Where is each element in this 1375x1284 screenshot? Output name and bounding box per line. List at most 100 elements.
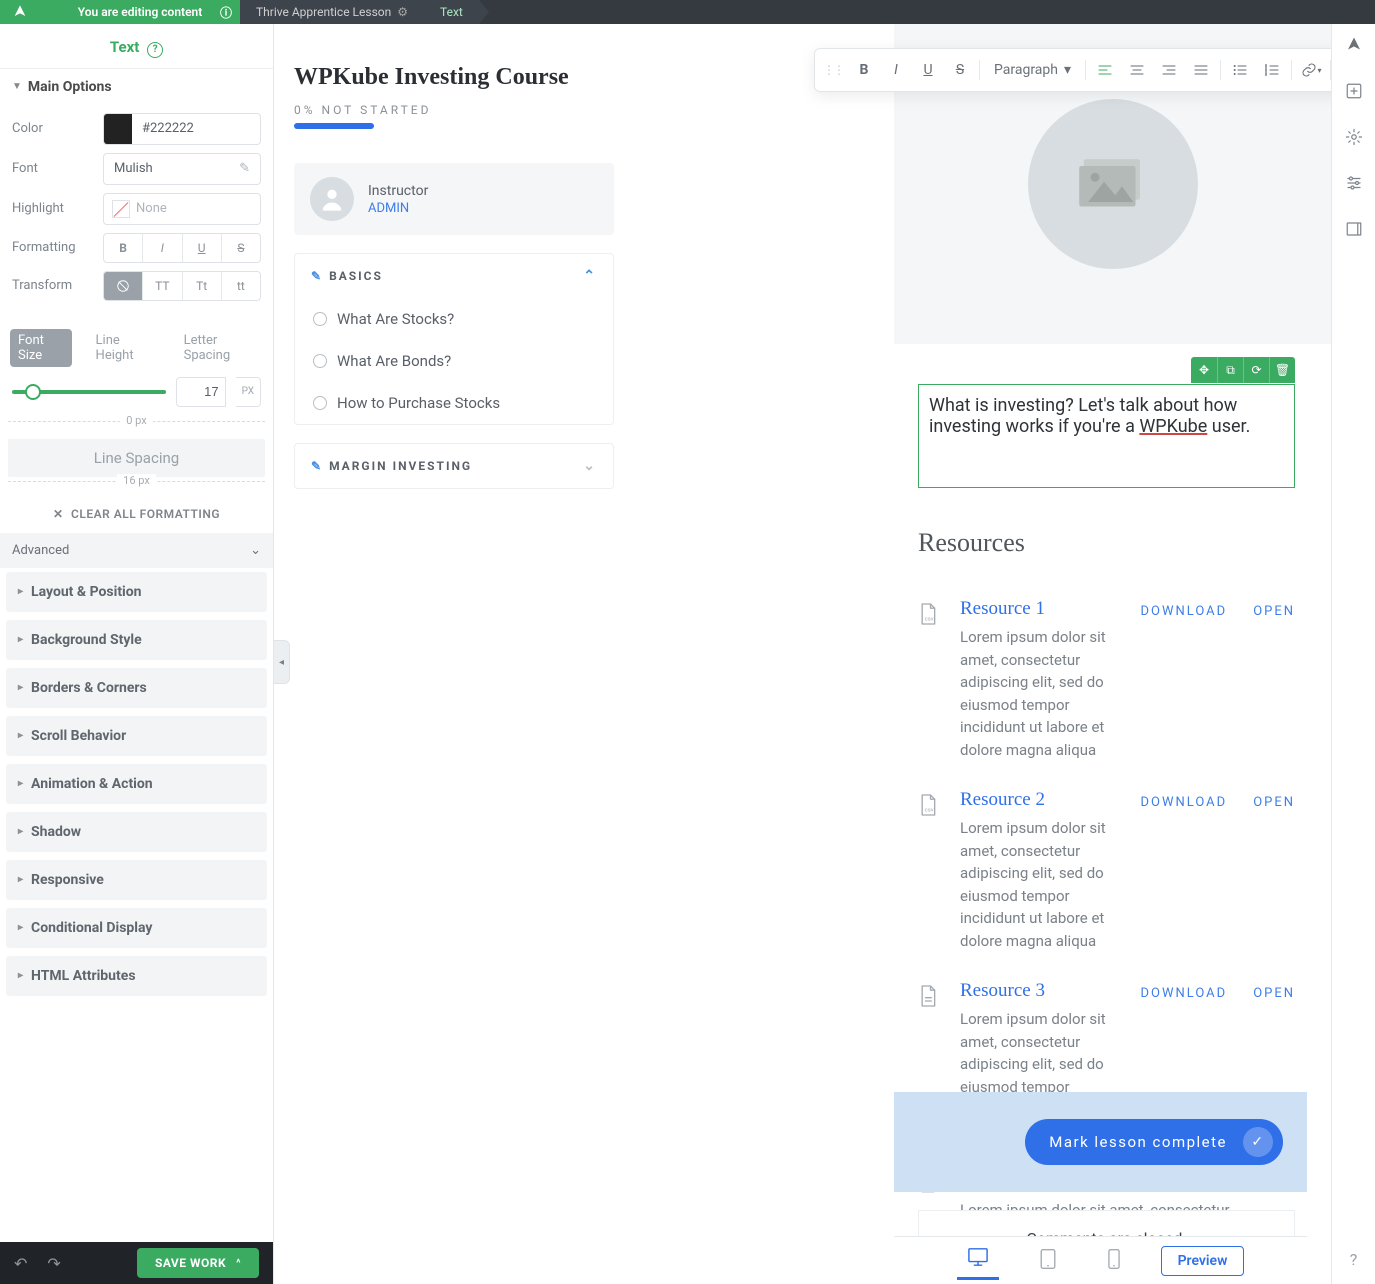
save-button[interactable]: SAVE WORK ^ <box>137 1248 259 1278</box>
move-button[interactable]: ✥ <box>1191 357 1217 383</box>
svg-text:csv: csv <box>925 617 934 623</box>
italic-button[interactable]: I <box>143 234 182 262</box>
toc-margin-header[interactable]: ✎MARGIN INVESTING ⌄ <box>295 444 613 488</box>
section-layout[interactable]: ▸Layout & Position <box>6 572 267 612</box>
resource-title[interactable]: Resource 3 <box>960 980 1120 1002</box>
toc-item-bonds[interactable]: What Are Bonds? <box>295 340 613 382</box>
tb-italic-button[interactable]: I <box>881 55 911 85</box>
main-options-header[interactable]: ▼ Main Options <box>0 69 273 105</box>
text-block-selected[interactable]: ✥ ⧉ ⟳ 🗑 What is investing? Let's talk ab… <box>918 384 1295 488</box>
delete-button[interactable]: 🗑 <box>1269 357 1295 383</box>
device-bar: Preview <box>894 1236 1307 1284</box>
device-mobile-button[interactable] <box>1097 1242 1131 1280</box>
rail-help-button[interactable]: ? <box>1343 1248 1365 1270</box>
radio-icon <box>313 396 327 410</box>
line-spacing-block[interactable]: Line Spacing <box>8 439 265 477</box>
ban-icon <box>116 279 130 293</box>
tab-font-size[interactable]: Font Size <box>10 329 72 367</box>
transform-lower-button[interactable]: tt <box>222 272 260 300</box>
rail-logo-icon[interactable] <box>1343 34 1365 56</box>
toc-margin-label: MARGIN INVESTING <box>329 459 472 473</box>
spacing-tabs: Font Size Line Height Letter Spacing <box>0 319 273 371</box>
section-scroll[interactable]: ▸Scroll Behavior <box>6 716 267 756</box>
section-html-attrs[interactable]: ▸HTML Attributes <box>6 956 267 996</box>
section-conditional[interactable]: ▸Conditional Display <box>6 908 267 948</box>
pencil-icon: ✎ <box>311 459 323 473</box>
download-link[interactable]: DOWNLOAD <box>1140 986 1227 1001</box>
rail-add-button[interactable] <box>1343 80 1365 102</box>
open-link[interactable]: OPEN <box>1253 986 1295 1001</box>
tb-align-left-button[interactable] <box>1090 55 1120 85</box>
download-link[interactable]: DOWNLOAD <box>1140 795 1227 810</box>
section-shadow[interactable]: ▸Shadow <box>6 812 267 852</box>
open-link[interactable]: OPEN <box>1253 795 1295 810</box>
panel-title-text: Text <box>110 38 139 56</box>
rail-templates-button[interactable] <box>1343 218 1365 240</box>
tb-link-button[interactable]: ▾ <box>1296 55 1326 85</box>
device-desktop-button[interactable] <box>957 1241 999 1280</box>
text-content[interactable]: What is investing? Let's talk about how … <box>929 395 1284 437</box>
font-select[interactable]: Mulish ✎ <box>103 153 261 185</box>
tb-bold-button[interactable]: B <box>849 55 879 85</box>
tb-align-right-button[interactable] <box>1154 55 1184 85</box>
device-tablet-button[interactable] <box>1029 1242 1067 1280</box>
mark-complete-button[interactable]: Mark lesson complete ✓ <box>1025 1119 1283 1165</box>
transform-cap-button[interactable]: Tt <box>183 272 222 300</box>
highlight-picker[interactable]: None <box>103 193 261 225</box>
font-size-input[interactable] <box>176 377 226 407</box>
tab-line-height[interactable]: Line Height <box>88 329 160 367</box>
redo-button[interactable]: ↷ <box>47 1254 60 1273</box>
sidebar-collapse-handle[interactable]: ◂ <box>274 640 290 684</box>
info-icon[interactable]: ⓘ <box>220 4 232 21</box>
bold-button[interactable]: B <box>104 234 143 262</box>
topbar: You are editing content ⓘ Thrive Apprent… <box>0 0 1375 24</box>
wpkube-link[interactable]: WPKube <box>1139 416 1207 437</box>
instructor-name[interactable]: ADMIN <box>368 201 428 216</box>
open-link[interactable]: OPEN <box>1253 604 1295 619</box>
tb-underline-button[interactable]: U <box>913 55 943 85</box>
drag-handle-icon[interactable]: ⋮⋮ <box>823 63 847 77</box>
clear-formatting-button[interactable]: ✕ CLEAR ALL FORMATTING <box>0 495 273 533</box>
advanced-header[interactable]: Advanced ⌄ <box>0 533 273 568</box>
breadcrumb-lesson-label: Thrive Apprentice Lesson <box>256 5 391 19</box>
tb-align-center-button[interactable] <box>1122 55 1152 85</box>
resource-title[interactable]: Resource 2 <box>960 789 1120 811</box>
tb-bullet-list-button[interactable] <box>1225 55 1255 85</box>
save-block-button[interactable]: ⟳ <box>1243 357 1269 383</box>
font-size-slider[interactable] <box>12 390 166 394</box>
brand-logo[interactable] <box>0 0 40 24</box>
transform-group: TT Tt tt <box>103 271 261 301</box>
section-borders[interactable]: ▸Borders & Corners <box>6 668 267 708</box>
help-icon[interactable]: ? <box>147 42 163 58</box>
section-animation[interactable]: ▸Animation & Action <box>6 764 267 804</box>
transform-none-button[interactable] <box>104 272 143 300</box>
rail-settings-button[interactable] <box>1343 126 1365 148</box>
toc-item-stocks[interactable]: What Are Stocks? <box>295 298 613 340</box>
breadcrumb-lesson[interactable]: Thrive Apprentice Lesson ⚙ <box>240 0 424 24</box>
section-responsive[interactable]: ▸Responsive <box>6 860 267 900</box>
tb-number-list-button[interactable] <box>1257 55 1287 85</box>
tab-letter-spacing[interactable]: Letter Spacing <box>176 329 263 367</box>
tb-align-justify-button[interactable] <box>1186 55 1216 85</box>
section-background[interactable]: ▸Background Style <box>6 620 267 660</box>
duplicate-button[interactable]: ⧉ <box>1217 357 1243 383</box>
transform-upper-button[interactable]: TT <box>143 272 182 300</box>
strike-button[interactable]: S <box>222 234 260 262</box>
tb-strike-button[interactable]: S <box>945 55 975 85</box>
gear-icon[interactable]: ⚙ <box>397 5 408 19</box>
slider-thumb[interactable] <box>25 384 41 400</box>
color-picker[interactable]: #222222 <box>103 113 261 145</box>
rail-sliders-button[interactable] <box>1343 172 1365 194</box>
clear-icon: ✕ <box>53 507 64 521</box>
download-link[interactable]: DOWNLOAD <box>1140 604 1227 619</box>
toc-item-purchase[interactable]: How to Purchase Stocks <box>295 382 613 424</box>
tb-paragraph-select[interactable]: Paragraph ▾ <box>984 62 1081 78</box>
preview-button[interactable]: Preview <box>1161 1246 1245 1276</box>
left-sidebar: Text ? ▼ Main Options Color #222222 Font… <box>0 24 274 1284</box>
undo-button[interactable]: ↶ <box>14 1254 27 1273</box>
course-progress-text: 0% NOT STARTED <box>294 103 614 117</box>
pencil-icon: ✎ <box>311 269 323 283</box>
underline-button[interactable]: U <box>183 234 222 262</box>
resource-title[interactable]: Resource 1 <box>960 598 1120 620</box>
toc-basics-header[interactable]: ✎BASICS ⌃ <box>295 254 613 298</box>
